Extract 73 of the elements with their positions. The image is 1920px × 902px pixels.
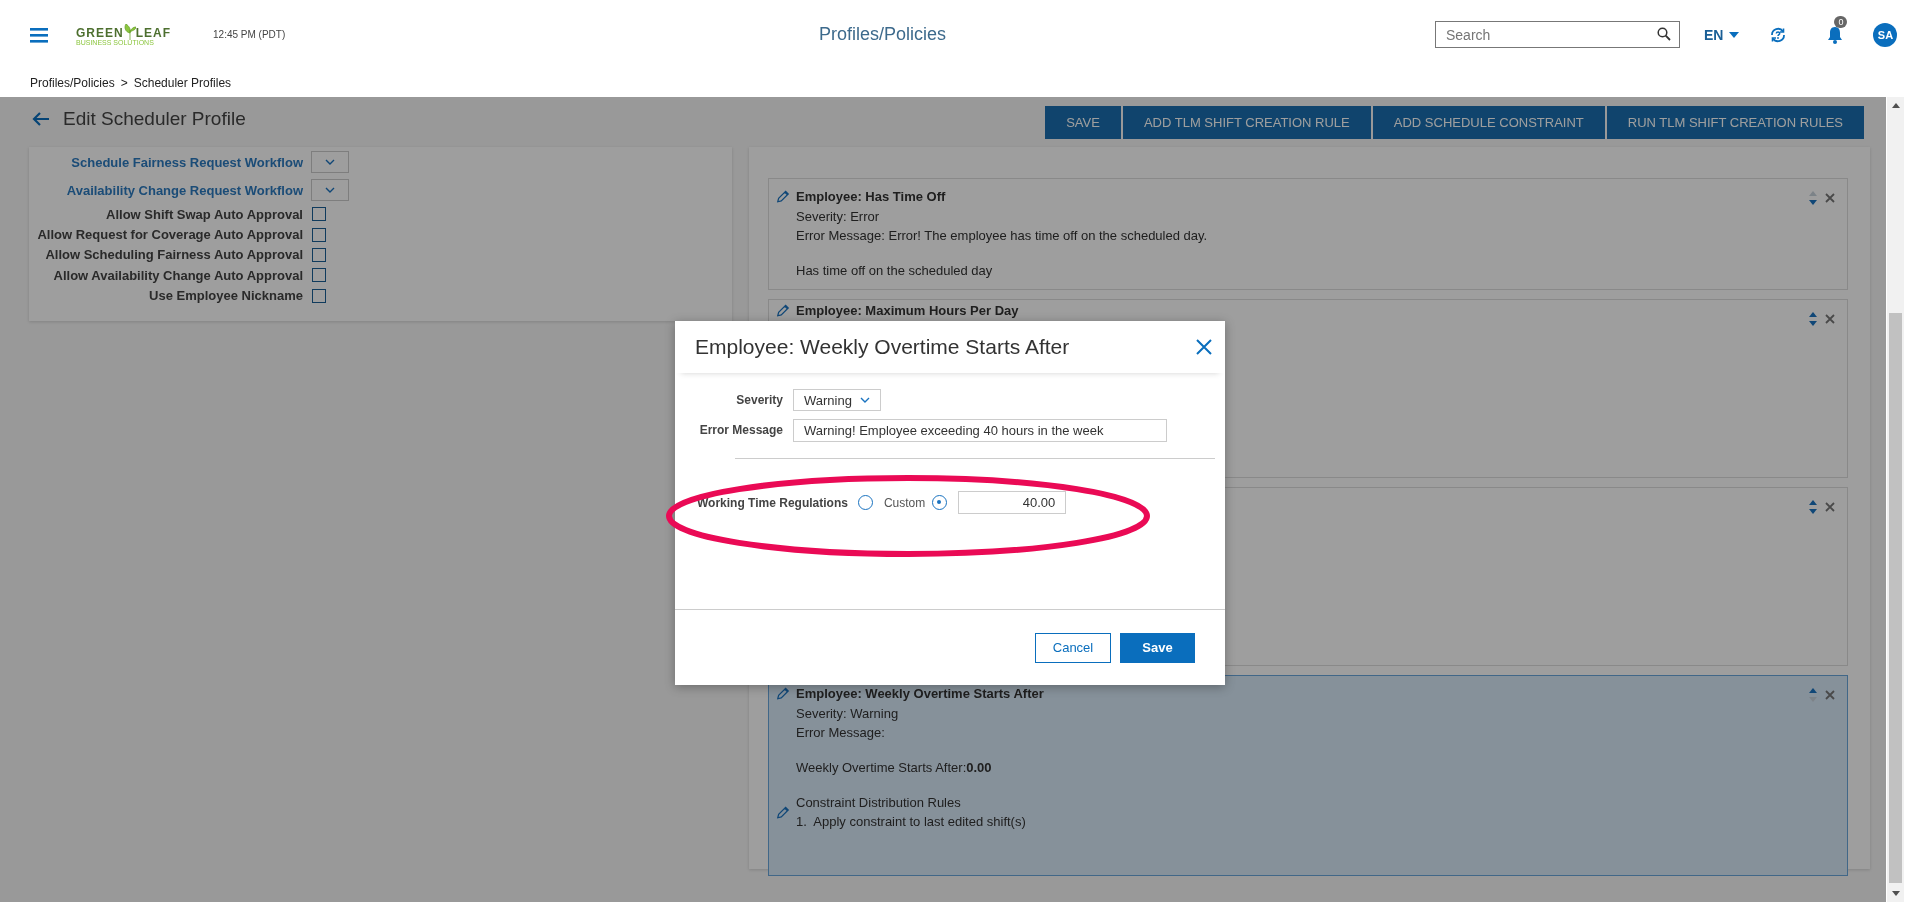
caret-icon: [1729, 31, 1740, 38]
reorder-icon[interactable]: [1808, 498, 1818, 516]
reorder-icon[interactable]: [1808, 686, 1818, 704]
scrollbar[interactable]: [1887, 97, 1904, 902]
edit-icon[interactable]: [776, 804, 790, 820]
close-icon[interactable]: [1825, 314, 1835, 324]
action-button[interactable]: ADD TLM SHIFT CREATION RULE: [1122, 105, 1371, 139]
scrollbar-thumb[interactable]: [1889, 313, 1902, 883]
notification-badge: 0: [1834, 15, 1848, 28]
checkbox[interactable]: [312, 288, 326, 303]
breadcrumb-separator: >: [120, 76, 128, 90]
edit-icon[interactable]: [776, 686, 790, 701]
setting-label: Allow Request for Coverage Auto Approval: [36, 227, 303, 243]
setting-link[interactable]: Availability Change Request Workflow: [29, 182, 303, 198]
action-button[interactable]: RUN TLM SHIFT CREATION RULES: [1606, 105, 1864, 139]
page-title: Profiles/Policies: [817, 24, 947, 45]
close-icon[interactable]: [1825, 690, 1835, 700]
card-title: Employee: Has Time Off: [796, 189, 946, 204]
edit-icon[interactable]: [776, 189, 790, 204]
checkbox[interactable]: [312, 247, 326, 262]
option-label: Working Time Regulations: [697, 495, 848, 510]
logo-text: GREEN: [76, 25, 124, 40]
setting-label: Use Employee Nickname: [148, 288, 303, 304]
chevron-icon: [325, 159, 335, 165]
card-text: Weekly Overtime Starts After:0.00: [796, 759, 993, 777]
card-text: Error Message: Error! The employee has time off on the scheduled day.: [796, 227, 1209, 245]
search-icon[interactable]: [1657, 27, 1671, 41]
checkbox[interactable]: [312, 268, 326, 283]
card-text: Severity: Error: [796, 208, 881, 226]
breadcrumb-link[interactable]: Scheduler Profiles: [133, 76, 232, 90]
card-text: 1. Apply constraint to last edited shift(s): [796, 813, 1026, 831]
back-arrow-icon[interactable]: [32, 112, 50, 126]
time-label: 12:45 PM (PDT): [213, 29, 286, 40]
message-field[interactable]: Warning! Employee exceeding 40 hours in the week: [793, 418, 1167, 442]
hours-field[interactable]: 40.00: [958, 491, 1067, 514]
checkbox[interactable]: [312, 207, 326, 222]
help-icon[interactable]: [1769, 25, 1788, 44]
setting-label: Allow Shift Swap Auto Approval: [105, 206, 303, 222]
language-selector[interactable]: EN: [1704, 26, 1740, 43]
card-text: Severity: Warning: [796, 705, 900, 723]
setting-label: Allow Scheduling Fairness Auto Approval: [44, 247, 303, 263]
chevron-icon: [325, 187, 335, 193]
close-icon[interactable]: [1196, 339, 1212, 355]
option-label: Custom: [883, 495, 926, 510]
edit-icon[interactable]: [776, 303, 790, 318]
close-icon[interactable]: [1825, 502, 1835, 512]
card-title: Employee: Maximum Hours Per Day: [796, 303, 1019, 318]
checkbox[interactable]: [312, 227, 326, 242]
action-button[interactable]: SAVE: [1045, 105, 1121, 139]
logo-text: LEAF: [135, 25, 172, 40]
save-button[interactable]: Save: [1120, 632, 1195, 663]
reorder-icon[interactable]: [1808, 310, 1818, 328]
constraint-card[interactable]: Employee: Has Time Off Severity: Error Error Message: Error! The employee has time off on the scheduled day. Has time off on the scheduled day: [768, 178, 1848, 290]
constraint-card[interactable]: Employee: Weekly Overtime Starts After Severity: Warning Error Message: Weekly Overtime Starts After:0.00 Constraint Distribution Rules 1. Apply constraint to last edited shift(s): [768, 675, 1848, 876]
breadcrumb-link[interactable]: Profiles/Policies: [30, 76, 115, 90]
bell-icon[interactable]: [1827, 25, 1844, 44]
reorder-icon[interactable]: [1808, 189, 1818, 207]
close-icon[interactable]: [1825, 193, 1835, 203]
user-avatar[interactable]: SA: [1873, 22, 1898, 47]
section-title: Edit Scheduler Profile: [63, 108, 246, 130]
setting-label: Allow Availability Change Auto Approval: [52, 267, 303, 283]
severity-dropdown[interactable]: Warning: [793, 389, 881, 411]
card-title: Employee: Weekly Overtime Starts After: [796, 686, 1044, 701]
search-field[interactable]: Search: [1435, 21, 1680, 48]
card-text: Constraint Distribution Rules: [796, 794, 962, 812]
action-button[interactable]: ADD SCHEDULE CONSTRAINT: [1372, 105, 1605, 139]
chevron-icon: [859, 397, 870, 403]
menu-icon[interactable]: [30, 26, 48, 43]
card-text: Error Message:: [796, 724, 886, 742]
leaf-icon: [123, 23, 136, 40]
card-text: Has time off on the scheduled day: [796, 262, 994, 280]
setting-link[interactable]: Schedule Fairness Request Workflow: [29, 154, 303, 170]
cancel-button[interactable]: Cancel: [1035, 632, 1111, 663]
